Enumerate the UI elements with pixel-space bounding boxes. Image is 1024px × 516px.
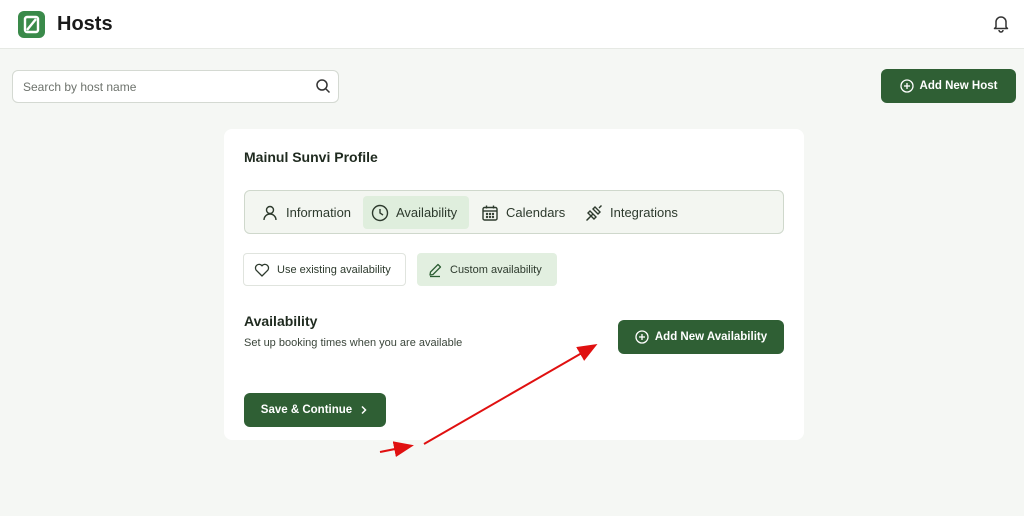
chevron-right-icon (361, 405, 367, 415)
calendar-icon (482, 205, 498, 221)
availability-heading: Availability (244, 313, 318, 329)
profile-tabs: Information Availability Calendars Integ… (244, 190, 784, 234)
tab-integrations-label: Integrations (610, 205, 678, 220)
add-new-availability-label: Add New Availability (654, 331, 768, 343)
add-new-host-label: Add New Host (919, 80, 998, 92)
custom-availability-option[interactable]: Custom availability (417, 253, 557, 286)
user-icon (263, 205, 277, 220)
availability-subtitle: Set up booking times when you are availa… (244, 337, 463, 349)
heart-icon (254, 263, 270, 277)
plus-circle-icon (899, 79, 914, 93)
profile-title: Mainul Sunvi Profile (244, 149, 378, 165)
bell-icon[interactable] (991, 13, 1011, 33)
tab-integrations[interactable]: Integrations (577, 196, 686, 229)
top-bar: Hosts (0, 0, 1024, 49)
add-new-host-button[interactable]: Add New Host (881, 69, 1016, 103)
save-continue-label: Save & Continue (260, 404, 353, 416)
tab-information[interactable]: Information (253, 196, 359, 229)
tab-availability-label: Availability (396, 205, 458, 220)
custom-availability-label: Custom availability (450, 263, 542, 276)
tab-calendars[interactable]: Calendars (473, 196, 573, 229)
search-box (12, 70, 339, 103)
add-new-availability-button[interactable]: Add New Availability (618, 320, 784, 354)
plug-icon (586, 204, 602, 221)
search-icon[interactable] (315, 78, 331, 94)
annotation-arrow-short (379, 441, 414, 457)
page-title: Hosts (57, 13, 113, 35)
use-existing-availability-option[interactable]: Use existing availability (243, 253, 406, 286)
app-logo-icon[interactable] (18, 11, 45, 38)
clock-icon (371, 204, 389, 221)
plus-circle-icon (635, 330, 649, 344)
tab-availability[interactable]: Availability (363, 196, 469, 229)
tab-calendars-label: Calendars (506, 205, 566, 220)
use-existing-availability-label: Use existing availability (277, 263, 391, 276)
pencil-icon (429, 263, 442, 277)
profile-card: Mainul Sunvi Profile Information Availab… (224, 129, 804, 440)
search-input[interactable] (23, 78, 303, 96)
save-continue-button[interactable]: Save & Continue (244, 393, 386, 427)
tab-information-label: Information (286, 205, 352, 220)
